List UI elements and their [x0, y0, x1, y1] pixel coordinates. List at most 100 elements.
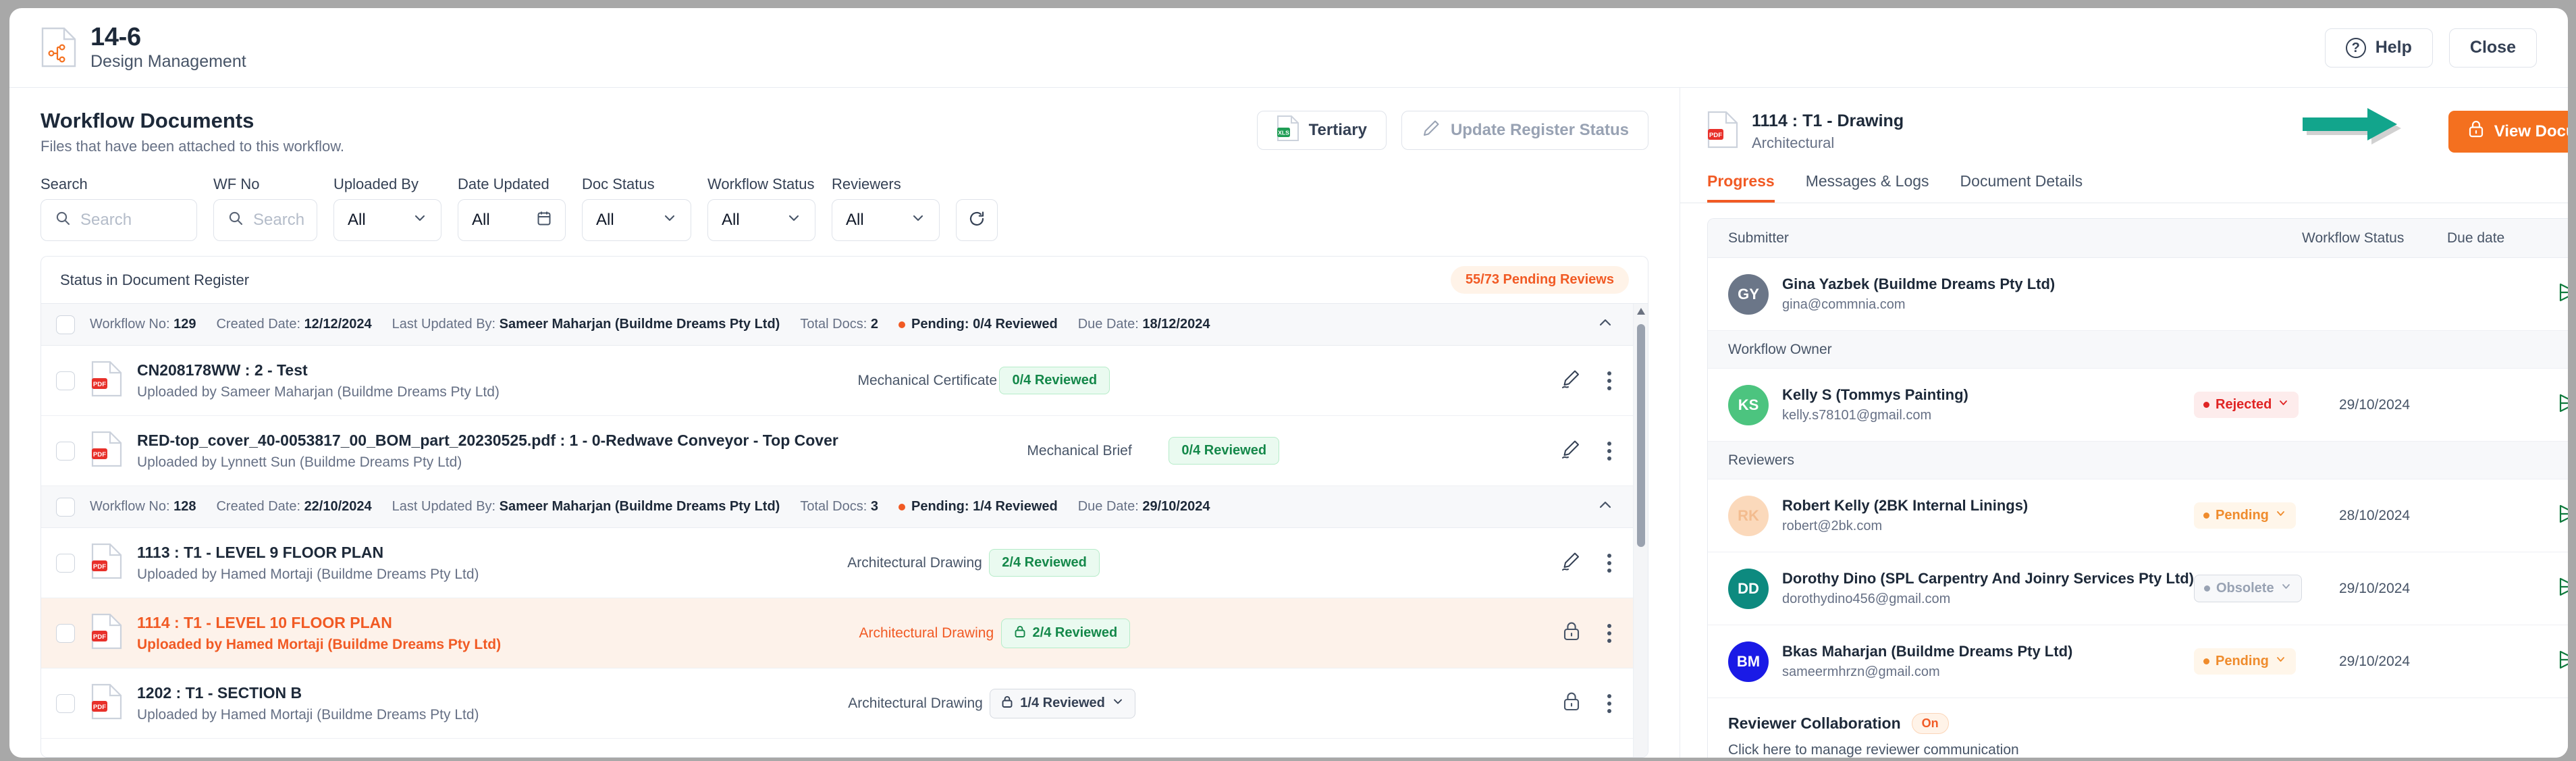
row-actions	[1560, 368, 1614, 393]
due-date-value: 29/10/2024	[1142, 499, 1210, 515]
svg-text:PDF: PDF	[93, 381, 106, 388]
view-document-button[interactable]: View Document	[2448, 110, 2568, 153]
send-icon[interactable]	[2557, 502, 2568, 529]
workflow-documents-pane: Workflow Documents Files that have been …	[9, 88, 1680, 758]
status-dot-icon	[2203, 658, 2209, 664]
view-document-label: View Document	[2494, 122, 2568, 140]
uploaded-by-select[interactable]: All	[333, 199, 441, 242]
search-input-placeholder: Search	[80, 211, 132, 230]
status-badge-pending[interactable]: Pending	[2194, 502, 2296, 529]
send-icon[interactable]	[2557, 575, 2568, 602]
tab-progress[interactable]: Progress	[1707, 169, 1775, 203]
document-checkbox[interactable]	[56, 371, 75, 390]
reviewer-collaboration-subtitle[interactable]: Click here to manage reviewer communicat…	[1728, 742, 2568, 758]
filter-doc-status-label: Doc Status	[582, 176, 655, 193]
created-date: Created Date: 22/10/2024	[216, 499, 371, 515]
chevron-up-icon[interactable]	[1596, 314, 1614, 335]
kebab-menu-icon[interactable]	[1605, 439, 1614, 463]
review-status-badge: 0/4 Reviewed	[1169, 437, 1280, 465]
person-name: Dorothy Dino (SPL Carpentry And Joinry S…	[1782, 570, 2194, 587]
lock-icon	[1014, 625, 1026, 642]
lock-icon[interactable]	[1561, 621, 1582, 646]
workflow-status-select[interactable]: All	[707, 199, 815, 242]
tab-document-details[interactable]: Document Details	[1960, 169, 2083, 203]
close-button[interactable]: Close	[2448, 28, 2537, 68]
header-actions: ? Help Close	[2324, 28, 2537, 68]
kebab-menu-icon[interactable]	[1605, 621, 1614, 646]
kebab-menu-icon[interactable]	[1605, 691, 1614, 716]
send-icon[interactable]	[2557, 648, 2568, 675]
wf-no-input[interactable]: Search	[213, 199, 317, 242]
table-row[interactable]: PDF 1113 : T1 - LEVEL 9 FLOOR PLAN Uploa…	[41, 528, 1633, 599]
row-actions	[1560, 438, 1614, 463]
reviewer-collaboration-toggle-badge[interactable]: On	[1911, 713, 1949, 734]
lock-icon	[1001, 695, 1013, 712]
document-checkbox[interactable]	[56, 693, 75, 713]
scrollbar-thumb[interactable]	[1637, 324, 1645, 548]
document-status-cell: 0/4 Reviewed	[1169, 437, 1371, 465]
lock-icon[interactable]	[1561, 691, 1582, 716]
status-badge-obsolete[interactable]: Obsolete	[2194, 575, 2302, 602]
tertiary-button[interactable]: XLS Tertiary	[1256, 111, 1387, 150]
list-item[interactable]: RK Robert Kelly (2BK Internal Linings) r…	[1708, 479, 2568, 552]
workflow-group-header[interactable]: Workflow No: 128 Created Date: 22/10/202…	[41, 486, 1633, 529]
search-input[interactable]: Search	[41, 199, 197, 242]
document-uploader: Uploaded by Hamed Mortaji (Buildme Dream…	[137, 636, 502, 652]
document-type: Architectural Drawing	[847, 554, 982, 571]
list-item[interactable]: KS Kelly S (Tommys Painting) kelly.s7810…	[1708, 369, 2568, 442]
date-updated-input[interactable]: All	[458, 199, 566, 242]
status-badge-pending[interactable]: Pending	[2194, 648, 2296, 675]
scroll-up-arrow-icon[interactable]	[1636, 307, 1646, 315]
signature-icon[interactable]	[1560, 368, 1582, 393]
send-icon[interactable]	[2557, 281, 2568, 307]
signature-icon[interactable]	[1560, 438, 1582, 463]
list-item[interactable]: DD Dorothy Dino (SPL Carpentry And Joinr…	[1708, 552, 2568, 625]
document-name: 1202 : T1 - SECTION B	[137, 683, 302, 702]
review-status-dropdown[interactable]: 1/4 Reviewed	[990, 688, 1135, 718]
table-row[interactable]: PDF CN208178WW : 2 - Test Uploaded by Sa…	[41, 346, 1633, 417]
kebab-menu-icon[interactable]	[1605, 551, 1614, 575]
row-actions	[1560, 550, 1614, 575]
person-email: kelly.s78101@gmail.com	[1782, 408, 1932, 423]
workflow-no-label: Workflow No:	[90, 499, 170, 515]
status-badge-rejected[interactable]: Rejected	[2194, 392, 2299, 418]
update-register-status-button[interactable]: Update Register Status	[1401, 111, 1648, 150]
list-item[interactable]: GY Gina Yazbek (Buildme Dreams Pty Ltd) …	[1708, 258, 2568, 331]
doc-status-value: All	[596, 211, 614, 230]
tab-messages-and-logs[interactable]: Messages & Logs	[1806, 169, 1929, 203]
workflow-group-checkbox[interactable]	[56, 497, 75, 517]
header-identity: 14-6 Design Management	[41, 24, 246, 71]
reviewers-select[interactable]: All	[832, 199, 940, 242]
status-dot-icon	[2203, 513, 2209, 519]
document-status-cell: 2/4 Reviewed	[1000, 618, 1204, 648]
document-checkbox[interactable]	[56, 441, 75, 461]
document-checkbox[interactable]	[56, 623, 75, 643]
kebab-menu-icon[interactable]	[1605, 369, 1614, 393]
send-icon[interactable]	[2557, 392, 2568, 418]
refresh-button[interactable]	[956, 199, 998, 242]
person-info: Dorothy Dino (SPL Carpentry And Joinry S…	[1782, 570, 2194, 607]
reviewer-collaboration-section[interactable]: Reviewer Collaboration On Click here to …	[1708, 698, 2568, 758]
document-name: 1114 : T1 - LEVEL 10 FLOOR PLAN	[137, 613, 392, 631]
workflow-group-header[interactable]: Workflow No: 129 Created Date: 12/12/202…	[41, 304, 1633, 346]
table-row[interactable]: PDF 1202 : T1 - SECTION B Uploaded by Ha…	[41, 668, 1633, 739]
workflow-group-checkbox[interactable]	[56, 315, 75, 334]
person-email: dorothydino456@gmail.com	[1782, 592, 1951, 606]
review-status-badge: 2/4 Reviewed	[989, 549, 1100, 577]
table-row[interactable]: PDF RED-top_cover_40-0053817_00_BOM_part…	[41, 416, 1633, 487]
pdf-file-icon: PDF	[91, 543, 122, 583]
help-button[interactable]: ? Help	[2324, 28, 2433, 68]
pencil-icon	[1421, 118, 1441, 143]
document-list-scrollbar[interactable]	[1633, 304, 1648, 757]
last-updated-by-label: Last Updated By:	[392, 317, 496, 332]
list-item[interactable]: BM Bkas Maharjan (Buildme Dreams Pty Ltd…	[1708, 625, 2568, 698]
chevron-up-icon[interactable]	[1596, 496, 1614, 517]
group-pending: Pending: 1/4 Reviewed	[898, 499, 1058, 515]
document-checkbox[interactable]	[56, 553, 75, 573]
doc-status-select[interactable]: All	[582, 199, 691, 242]
svg-text:PDF: PDF	[93, 704, 106, 711]
signature-icon[interactable]	[1560, 550, 1582, 575]
table-row-selected[interactable]: PDF 1114 : T1 - LEVEL 10 FLOOR PLAN Uplo…	[41, 598, 1633, 669]
status-badge-label: Pending	[2216, 654, 2269, 668]
person-due-date: 29/10/2024	[2339, 396, 2411, 413]
